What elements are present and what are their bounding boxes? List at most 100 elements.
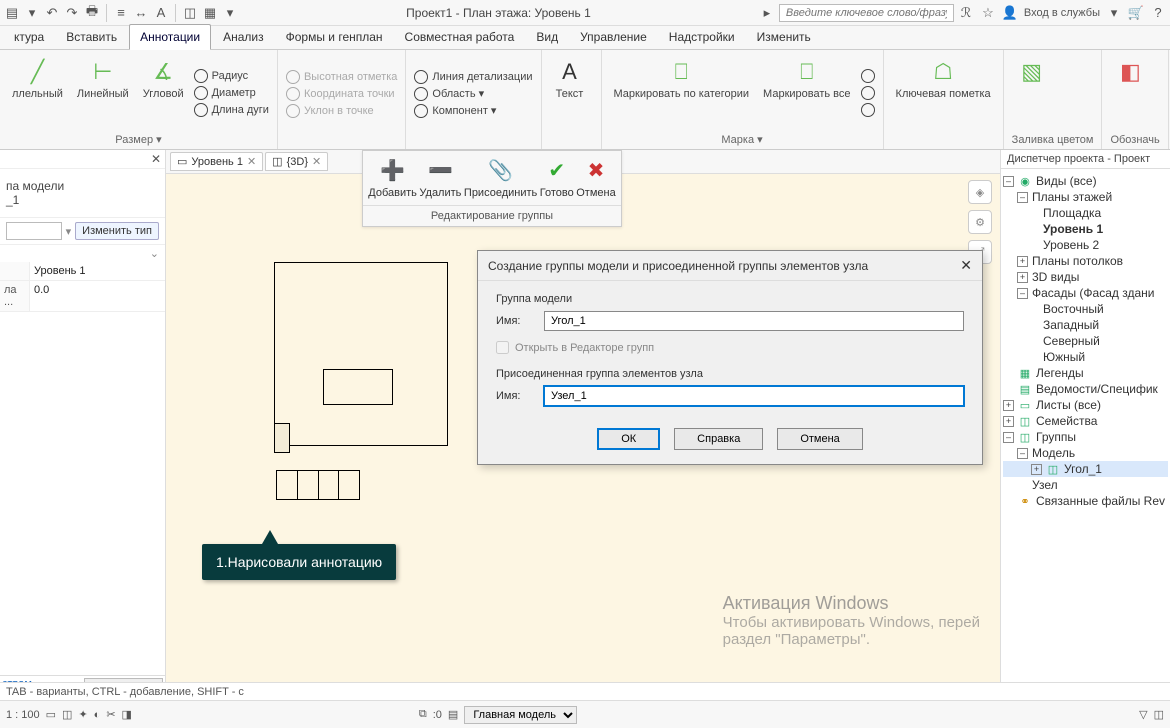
close-icon[interactable]: ✕ <box>312 155 321 168</box>
vc-icon[interactable]: ◨ <box>122 708 132 721</box>
tree-uzel[interactable]: Узел <box>1003 477 1168 493</box>
tab-arch[interactable]: ктура <box>4 25 54 49</box>
person-icon[interactable]: 👤 <box>1002 5 1018 21</box>
undo-icon[interactable]: ↶ <box>44 5 60 21</box>
tree-sheets[interactable]: +▭Листы (все) <box>1003 397 1168 413</box>
panel-icon[interactable]: ▦ <box>202 5 218 21</box>
dialog-cancel-button[interactable]: Отмена <box>777 428 862 450</box>
nav-wheel-icon[interactable]: ⚙ <box>968 210 992 234</box>
btn-keynote[interactable]: ☖Ключевая пометка <box>892 54 995 133</box>
sb-icon[interactable]: ▤ <box>448 708 458 721</box>
grp-cancel-button[interactable]: ✖Отмена <box>576 157 615 199</box>
grp-finish-button[interactable]: ✔Готово <box>540 157 574 199</box>
btn-tag-extra3[interactable] <box>861 103 875 117</box>
model-dropdown[interactable]: Главная модель <box>464 706 577 724</box>
tree-legends[interactable]: ▦Легенды <box>1003 365 1168 381</box>
tree-level2[interactable]: Уровень 2 <box>1003 237 1168 253</box>
tree-links[interactable]: ⚭Связанные файлы Rev <box>1003 493 1168 509</box>
tree-site[interactable]: Площадка <box>1003 205 1168 221</box>
model-group-name-input[interactable] <box>544 311 964 331</box>
btn-text[interactable]: AТекст <box>550 54 590 133</box>
redo-icon[interactable]: ↷ <box>64 5 80 21</box>
grp-attach-button[interactable]: 📎Присоединить <box>464 157 537 199</box>
tree-views[interactable]: –◉Виды (все) <box>1003 173 1168 189</box>
btn-linear[interactable]: ⊢Линейный <box>73 54 133 132</box>
tab-analyze[interactable]: Анализ <box>213 25 274 49</box>
sb-filter-icon[interactable]: ▽ <box>1139 708 1147 721</box>
align-icon[interactable]: ≡ <box>113 5 129 21</box>
view-canvas[interactable]: ▭ Уровень 1 ✕ ◫ {3D} ✕ ➕Добавить ➖Удалит… <box>166 150 1000 700</box>
tree-3dviews[interactable]: +3D виды <box>1003 269 1168 285</box>
nav-cube-icon[interactable]: ◈ <box>968 180 992 204</box>
grp-add-button[interactable]: ➕Добавить <box>368 157 417 199</box>
tab-addon[interactable]: Надстройки <box>659 25 745 49</box>
tab-manage[interactable]: Управление <box>570 25 657 49</box>
text-icon[interactable]: A <box>153 5 169 21</box>
tab-collab[interactable]: Совместная работа <box>395 25 525 49</box>
tree-families[interactable]: +◫Семейства <box>1003 413 1168 429</box>
group-label-mark[interactable]: Марка ▾ <box>610 132 875 147</box>
btn-tag-cat[interactable]: ⎕Маркировать по категории <box>610 54 754 132</box>
open-icon[interactable]: ▾ <box>24 5 40 21</box>
tree-plans[interactable]: –Планы этажей <box>1003 189 1168 205</box>
prop-offset[interactable]: 0.0 <box>30 281 165 311</box>
tab-modify[interactable]: Изменить <box>747 25 821 49</box>
tree-schedules[interactable]: ▤Ведомости/Специфик <box>1003 381 1168 397</box>
vc-icon[interactable]: ◫ <box>62 708 72 721</box>
btn-arc[interactable]: Длина дуги <box>194 103 269 117</box>
tab-view[interactable]: Вид <box>526 25 568 49</box>
detail-group-name-input[interactable] <box>544 386 964 406</box>
signin-link[interactable]: Вход в службы <box>1024 7 1100 19</box>
search-input[interactable] <box>779 4 954 22</box>
vc-icon[interactable]: ▭ <box>46 708 56 721</box>
dialog-help-button[interactable]: Справка <box>674 428 763 450</box>
tab-massing[interactable]: Формы и генплан <box>276 25 393 49</box>
btn-tag-all[interactable]: ⎕Маркировать все <box>759 54 854 132</box>
tree-model[interactable]: –Модель <box>1003 445 1168 461</box>
close-icon[interactable]: ✕ <box>247 155 256 168</box>
btn-diameter[interactable]: Диаметр <box>194 86 269 100</box>
view-tab-3d[interactable]: ◫ {3D} ✕ <box>265 152 328 171</box>
sb-icon[interactable]: ⧉ <box>419 708 427 721</box>
close-icon[interactable]: ✕ <box>151 152 161 166</box>
btn-tag-extra1[interactable] <box>861 69 875 83</box>
btn-tag-extra2[interactable] <box>861 86 875 100</box>
cart-icon[interactable]: 🛒 <box>1128 5 1144 21</box>
btn-detail-line[interactable]: Линия детализации <box>414 70 532 84</box>
tab-insert[interactable]: Вставить <box>56 25 127 49</box>
view-icon[interactable]: ◫ <box>182 5 198 21</box>
btn-angular[interactable]: ∡Угловой <box>139 54 188 132</box>
tree-groups[interactable]: –◫Группы <box>1003 429 1168 445</box>
help-icon[interactable]: ? <box>1150 5 1166 21</box>
btn-aligned[interactable]: ╱ллельный <box>8 54 67 132</box>
btn-fill[interactable]: ▧ <box>1012 54 1052 133</box>
edit-type-button[interactable]: Изменить тип <box>75 222 159 240</box>
tree-elev[interactable]: –Фасады (Фасад здани <box>1003 285 1168 301</box>
btn-radius[interactable]: Радиус <box>194 69 269 83</box>
print-icon[interactable]: 🖶 <box>84 5 100 21</box>
btn-legend[interactable]: ◧ <box>1110 54 1150 133</box>
open-in-editor-checkbox[interactable] <box>496 341 509 354</box>
app-badge-icon[interactable]: ℛ <box>958 5 974 21</box>
tree-north[interactable]: Северный <box>1003 333 1168 349</box>
btn-component[interactable]: Компонент ▾ <box>414 104 532 118</box>
scale[interactable]: 1 : 100 <box>6 709 40 721</box>
prop-level[interactable]: Уровень 1 <box>30 262 165 280</box>
tree-south[interactable]: Южный <box>1003 349 1168 365</box>
measure-icon[interactable]: ↔ <box>133 5 149 21</box>
tab-annotate[interactable]: Аннотации <box>129 24 211 50</box>
dialog-ok-button[interactable]: ОК <box>597 428 660 450</box>
sb-zero[interactable]: :0 <box>433 709 442 721</box>
tree-level1[interactable]: Уровень 1 <box>1003 221 1168 237</box>
tree-west[interactable]: Западный <box>1003 317 1168 333</box>
dropdown-icon[interactable]: ▾ <box>1106 5 1122 21</box>
tree-ceilings[interactable]: +Планы потолков <box>1003 253 1168 269</box>
grp-remove-button[interactable]: ➖Удалить <box>419 157 461 199</box>
tree-ugol1[interactable]: +◫Угол_1 <box>1003 461 1168 477</box>
vc-icon[interactable]: ✦ <box>78 708 87 721</box>
view-tab-level1[interactable]: ▭ Уровень 1 ✕ <box>170 152 263 171</box>
tree-east[interactable]: Восточный <box>1003 301 1168 317</box>
star-icon[interactable]: ☆ <box>980 5 996 21</box>
group-label-dim[interactable]: Размер ▾ <box>8 132 269 147</box>
vc-icon[interactable]: ✂ <box>106 708 115 721</box>
